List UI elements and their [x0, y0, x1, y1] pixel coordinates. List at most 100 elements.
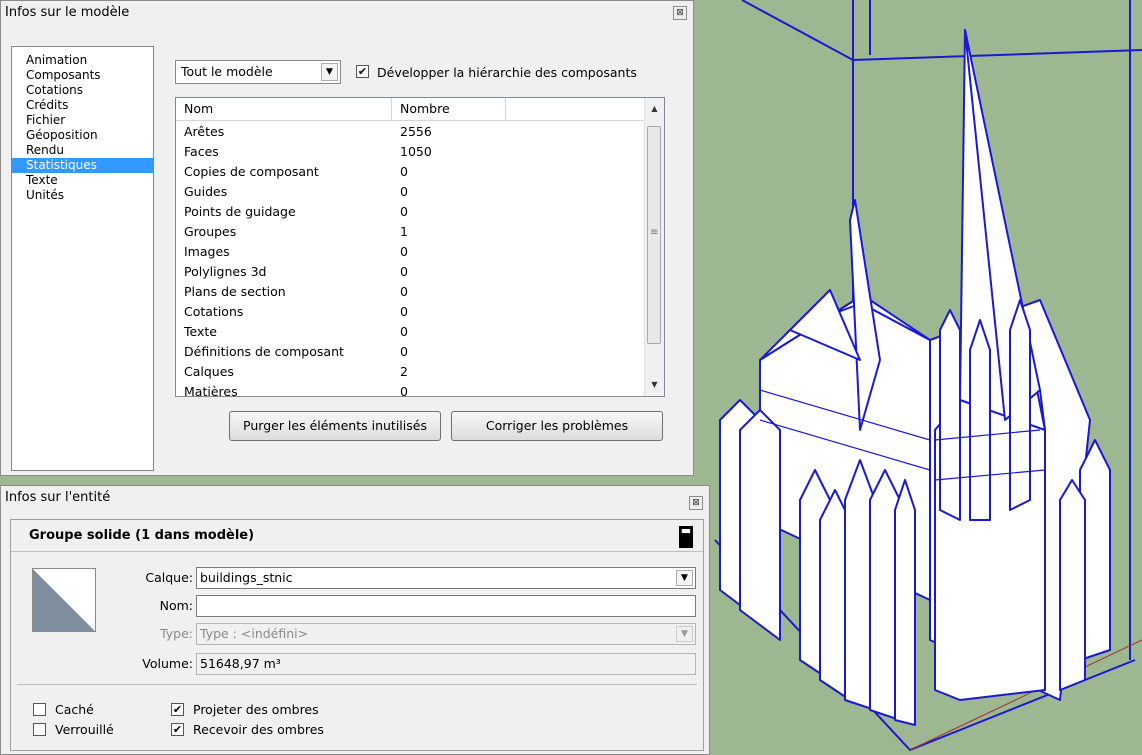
material-swatch[interactable] — [32, 568, 96, 632]
category-item[interactable]: Cotations — [12, 83, 153, 98]
cast-shadows-checkbox[interactable]: ✔ — [171, 703, 184, 716]
type-dropdown-value: Type : <indéfini> — [200, 626, 309, 641]
entity-info-title: Infos sur l'entité — [5, 490, 111, 505]
fix-problems-button[interactable]: Corriger les problèmes — [451, 411, 663, 441]
table-row[interactable]: Plans de section 0 — [176, 282, 646, 302]
category-item[interactable]: Fichier — [12, 113, 153, 128]
locked-checkbox[interactable] — [33, 723, 46, 736]
table-row[interactable]: Points de guidage 0 — [176, 202, 646, 222]
locked-label: Verrouillé — [55, 722, 114, 737]
table-header: Nom Nombre — [176, 98, 646, 121]
row-count: 0 — [400, 324, 408, 339]
divider — [17, 684, 697, 685]
column-header-count[interactable]: Nombre — [392, 98, 506, 120]
close-icon[interactable]: ⊠ — [689, 496, 703, 510]
volume-label: Volume: — [142, 656, 193, 671]
row-count: 0 — [400, 184, 408, 199]
collapse-icon[interactable]: ▬ — [679, 525, 693, 548]
cast-shadows-label: Projeter des ombres — [193, 702, 319, 717]
receive-shadows-label: Recevoir des ombres — [193, 722, 324, 737]
row-name: Faces — [184, 144, 219, 159]
model-info-title: Infos sur le modèle — [5, 5, 130, 20]
row-name: Définitions de composant — [184, 344, 344, 359]
row-count: 0 — [400, 244, 408, 259]
row-name: Plans de section — [184, 284, 286, 299]
category-item[interactable]: Unités — [12, 188, 153, 203]
row-name: Cotations — [184, 304, 244, 319]
row-name: Groupes — [184, 224, 237, 239]
table-row[interactable]: Matières 0 — [176, 382, 646, 397]
category-item[interactable]: Crédits — [12, 98, 153, 113]
row-name: Arêtes — [184, 124, 225, 139]
table-row[interactable]: Guides 0 — [176, 182, 646, 202]
layer-dropdown[interactable]: buildings_stnic ▼ — [196, 567, 696, 589]
table-row[interactable]: Texte 0 — [176, 322, 646, 342]
close-icon[interactable]: ⊠ — [673, 6, 687, 20]
table-row[interactable]: Groupes 1 — [176, 222, 646, 242]
scroll-down-icon[interactable]: ▼ — [645, 376, 664, 394]
category-item[interactable]: Géoposition — [12, 128, 153, 143]
row-count: 1050 — [400, 144, 432, 159]
type-dropdown: Type : <indéfini> ▼ — [196, 623, 696, 645]
category-item[interactable]: Animation — [12, 53, 153, 68]
category-item[interactable]: Statistiques — [12, 158, 153, 173]
table-row[interactable]: Arêtes 2556 — [176, 122, 646, 142]
row-count: 0 — [400, 284, 408, 299]
scrollbar-thumb[interactable]: ≡ — [647, 126, 661, 344]
model-info-window: Infos sur le modèle ⊠ Animation Composant… — [0, 0, 694, 476]
table-row[interactable]: Faces 1050 — [176, 142, 646, 162]
volume-value: 51648,97 m³ — [196, 653, 696, 675]
table-scrollbar[interactable]: ▲ ≡ ▼ — [644, 98, 664, 396]
row-name: Images — [184, 244, 230, 259]
row-name: Polylignes 3d — [184, 264, 267, 279]
row-count: 0 — [400, 264, 408, 279]
row-name: Copies de composant — [184, 164, 319, 179]
scope-dropdown[interactable]: Tout le modèle ▼ — [175, 60, 341, 84]
purge-unused-button[interactable]: Purger les éléments inutilisés — [229, 411, 441, 441]
scroll-up-icon[interactable]: ▲ — [645, 100, 664, 118]
chevron-down-icon[interactable]: ▼ — [676, 570, 693, 586]
category-list[interactable]: Animation Composants Cotations Crédits Fichi… — [11, 46, 154, 471]
entity-info-window: Infos sur l'entité ⊠ Groupe solide (1 da… — [0, 485, 710, 755]
layer-label: Calque: — [145, 570, 193, 585]
layer-dropdown-value: buildings_stnic — [200, 570, 293, 585]
table-row[interactable]: Copies de composant 0 — [176, 162, 646, 182]
category-item[interactable]: Texte — [12, 173, 153, 188]
expand-hierarchy-label: Développer la hiérarchie des composants — [377, 65, 637, 80]
hidden-label: Caché — [55, 702, 94, 717]
entity-info-body: Groupe solide (1 dans modèle) ▬ Calque: … — [10, 519, 704, 751]
row-count: 0 — [400, 164, 408, 179]
row-count: 0 — [400, 384, 408, 397]
row-name: Matières — [184, 384, 238, 397]
entity-info-titlebar[interactable]: Infos sur l'entité ⊠ — [1, 486, 709, 512]
expand-hierarchy-checkbox[interactable]: ✔ — [356, 65, 369, 78]
row-name: Calques — [184, 364, 234, 379]
category-item[interactable]: Composants — [12, 68, 153, 83]
scope-dropdown-value: Tout le modèle — [181, 64, 273, 79]
row-count: 0 — [400, 344, 408, 359]
receive-shadows-checkbox[interactable]: ✔ — [171, 723, 184, 736]
category-item[interactable]: Rendu — [12, 143, 153, 158]
table-row[interactable]: Définitions de composant 0 — [176, 342, 646, 362]
table-row[interactable]: Polylignes 3d 0 — [176, 262, 646, 282]
row-count: 0 — [400, 204, 408, 219]
chevron-down-icon[interactable]: ▼ — [321, 63, 338, 81]
material-swatch-icon — [33, 569, 95, 631]
column-header-name[interactable]: Nom — [176, 98, 392, 120]
row-name: Texte — [184, 324, 217, 339]
row-count: 2 — [400, 364, 408, 379]
table-row[interactable]: Calques 2 — [176, 362, 646, 382]
name-label: Nom: — [159, 598, 193, 613]
table-row[interactable]: Images 0 — [176, 242, 646, 262]
statistics-table[interactable]: Nom Nombre Arêtes 2556 Faces 1050 Copies de … — [175, 97, 665, 397]
chevron-down-icon: ▼ — [676, 626, 693, 642]
hidden-checkbox[interactable] — [33, 703, 46, 716]
row-count: 2556 — [400, 124, 432, 139]
grip-icon: ≡ — [650, 227, 659, 238]
model-info-titlebar[interactable]: Infos sur le modèle ⊠ — [1, 1, 693, 27]
table-row[interactable]: Cotations 0 — [176, 302, 646, 322]
row-name: Points de guidage — [184, 204, 296, 219]
entity-header: Groupe solide (1 dans modèle) — [11, 520, 703, 552]
name-input[interactable] — [196, 595, 696, 617]
type-label: Type: — [160, 626, 193, 641]
